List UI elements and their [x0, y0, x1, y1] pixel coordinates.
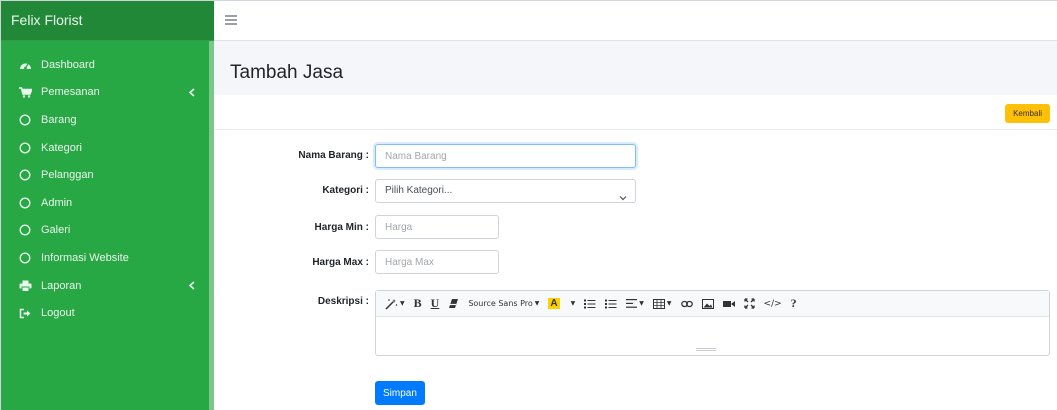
chevron-down-icon: [619, 188, 627, 201]
content-header: Tambah Jasa: [214, 41, 1057, 95]
paragraph-align-icon[interactable]: ▼: [626, 295, 644, 313]
font-color-button[interactable]: A: [548, 295, 560, 313]
editor-toolbar: ▼ B U Source Sans Pro ▼ A ▼ ▼ ▼ </> ?: [376, 291, 1049, 317]
hamburger-icon[interactable]: [225, 15, 237, 25]
eraser-icon[interactable]: [448, 295, 459, 313]
kategori-selected-value: Pilih Kategori...: [385, 185, 453, 196]
save-button[interactable]: Simpan: [375, 381, 425, 405]
page-title: Tambah Jasa: [230, 62, 344, 83]
app-window: Felix Florist Dashboard Pemesanan Barang…: [0, 0, 1057, 410]
sidebar-item-pelanggan[interactable]: Pelanggan: [1, 161, 214, 189]
sidebar-item-admin[interactable]: Admin: [1, 189, 214, 217]
video-icon[interactable]: [722, 295, 735, 313]
picture-icon[interactable]: [701, 295, 714, 313]
sidebar-item-informasi-website[interactable]: Informasi Website: [1, 244, 214, 272]
sidebar-item-label: Pelanggan: [41, 169, 94, 182]
underline-button[interactable]: U: [431, 295, 440, 313]
chevron-left-icon: [188, 281, 196, 290]
print-icon: [18, 279, 32, 293]
ordered-list-icon[interactable]: [605, 295, 617, 313]
harga-min-input[interactable]: [375, 215, 499, 239]
magic-style-icon[interactable]: ▼: [384, 295, 405, 313]
unordered-list-icon[interactable]: [584, 295, 596, 313]
deskripsi-label: Deskripsi :: [317, 296, 369, 307]
bold-button[interactable]: B: [414, 295, 422, 313]
harga-max-label: Harga Max :: [312, 257, 369, 268]
sidebar-item-label: Barang: [41, 113, 77, 126]
caret-down-icon: ▼: [534, 300, 540, 307]
card-header: Kembali: [214, 95, 1057, 130]
logout-icon: [18, 306, 32, 320]
circle-icon: [18, 168, 32, 182]
kategori-label: Kategori :: [322, 185, 369, 196]
sidebar-item-label: Admin: [41, 196, 73, 209]
cart-icon: [18, 85, 32, 99]
nama-barang-label: Nama Barang :: [298, 150, 369, 161]
font-name-value: Source Sans Pro: [468, 299, 533, 308]
table-icon[interactable]: ▼: [652, 295, 672, 313]
editor-resize-handle[interactable]: [696, 348, 716, 351]
kategori-select[interactable]: Pilih Kategori...: [375, 179, 636, 203]
circle-icon: [18, 113, 32, 127]
color-dropdown-icon[interactable]: ▼: [571, 295, 576, 313]
circle-icon: [18, 251, 32, 265]
sidebar-item-kategori[interactable]: Kategori: [1, 134, 214, 162]
help-button[interactable]: ?: [791, 295, 797, 313]
sidebar-item-pemesanan[interactable]: Pemesanan: [1, 79, 214, 107]
sidebar-item-logout[interactable]: Logout: [1, 299, 214, 327]
link-icon[interactable]: [680, 295, 693, 313]
sidebar-item-label: Informasi Website: [41, 251, 129, 264]
circle-icon: [18, 141, 32, 155]
sidebar-item-label: Pemesanan: [41, 86, 100, 99]
sidebar-item-label: Galeri: [41, 224, 71, 237]
font-name-dropdown[interactable]: Source Sans Pro ▼: [468, 295, 539, 313]
harga-min-label: Harga Min :: [314, 222, 369, 233]
sidebar-item-label: Laporan: [41, 279, 82, 292]
sidebar-nav: Dashboard Pemesanan Barang Kategori Pela…: [1, 41, 214, 327]
deskripsi-editor: ▼ B U Source Sans Pro ▼ A ▼ ▼ ▼ </> ?: [375, 290, 1050, 356]
top-navbar: [214, 1, 1057, 41]
brand-logo[interactable]: Felix Florist: [1, 1, 214, 41]
fullscreen-icon[interactable]: [743, 295, 755, 313]
font-color-icon: A: [548, 298, 560, 309]
harga-max-input[interactable]: [375, 250, 499, 274]
sidebar-item-label: Dashboard: [41, 58, 95, 71]
back-button[interactable]: Kembali: [1005, 104, 1050, 123]
circle-icon: [18, 223, 32, 237]
circle-icon: [18, 196, 32, 210]
sidebar: Felix Florist Dashboard Pemesanan Barang…: [1, 1, 214, 410]
form-card: Kembali Nama Barang : Kategori : Pilih K…: [214, 95, 1057, 410]
nama-barang-input[interactable]: [375, 144, 636, 168]
sidebar-item-label: Kategori: [41, 141, 82, 154]
sidebar-item-galeri[interactable]: Galeri: [1, 217, 214, 245]
sidebar-item-label: Logout: [41, 307, 75, 320]
sidebar-item-laporan[interactable]: Laporan: [1, 272, 214, 300]
sidebar-item-dashboard[interactable]: Dashboard: [1, 51, 214, 79]
sidebar-item-barang[interactable]: Barang: [1, 106, 214, 134]
chevron-left-icon: [188, 87, 196, 97]
dashboard-icon: [18, 58, 32, 72]
code-view-button[interactable]: </>: [764, 295, 782, 313]
